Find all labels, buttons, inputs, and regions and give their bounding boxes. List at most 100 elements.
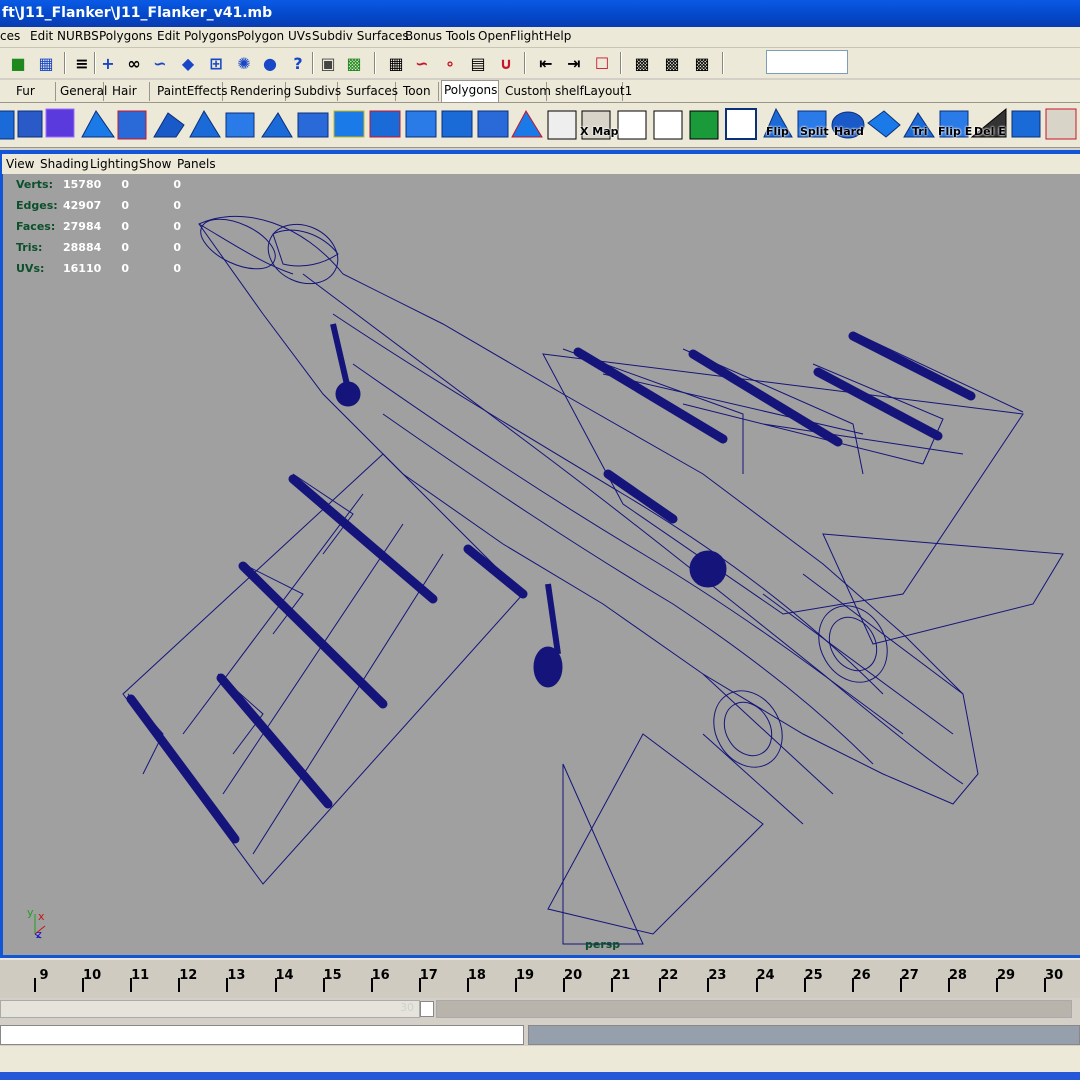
magnet-select-icon[interactable]: ▩ <box>342 51 366 75</box>
tab-custom[interactable]: Custom <box>503 82 551 101</box>
ipr-render-icon[interactable]: ▩ <box>660 51 684 75</box>
snap-toggle-icon[interactable]: ≡ <box>70 51 94 75</box>
surface-icon[interactable]: ◆ <box>176 51 200 75</box>
menu-item-polygon-uvs[interactable]: Polygon UVs <box>237 29 311 43</box>
tab-toon[interactable]: Toon <box>401 82 439 101</box>
menu-item-edit-nurbs[interactable]: Edit NURBS <box>30 29 99 43</box>
append-icon[interactable] <box>297 112 329 138</box>
perspective-viewport[interactable]: Verts: 15780 0 0 Edges: 42907 0 0 Faces:… <box>3 174 1080 955</box>
snap-curve-icon[interactable]: ∽ <box>410 51 434 75</box>
window-title: ft\J11_Flanker\J11_Flanker_v41.mb <box>0 0 1080 27</box>
sphere-icon[interactable] <box>17 110 43 138</box>
poly-plane-icon[interactable] <box>81 110 115 138</box>
panel-menu-lighting[interactable]: Lighting <box>90 157 139 171</box>
panel-menu-panels[interactable]: Panels <box>177 157 216 171</box>
render-icon[interactable]: ● <box>258 51 282 75</box>
tab-surfaces[interactable]: Surfaces <box>344 82 398 101</box>
panel-menu-show[interactable]: Show <box>139 157 171 171</box>
render-frame-icon[interactable]: ▩ <box>630 51 654 75</box>
cube-icon[interactable] <box>0 110 15 140</box>
menu-item-bonus-tools[interactable]: Bonus Tools <box>405 29 475 43</box>
panel-menu-view[interactable]: View <box>6 157 34 171</box>
extrude-edge-icon[interactable] <box>189 109 221 138</box>
tab-subdivs[interactable]: Subdivs <box>292 82 341 101</box>
soft-edge-icon[interactable] <box>867 110 901 138</box>
smooth-icon[interactable] <box>477 110 509 138</box>
uv-editor-icon[interactable] <box>725 108 757 140</box>
combine-icon[interactable] <box>405 110 437 138</box>
time-slider[interactable]: 9 10 11 12 13 14 15 16 17 18 19 20 21 22 23 24 25 26 27 28 2… <box>0 958 1080 1000</box>
wedge-icon[interactable] <box>333 110 365 138</box>
canopy <box>272 229 339 267</box>
range-slider[interactable] <box>436 1000 1072 1018</box>
lock-icon[interactable]: ▣ <box>316 51 340 75</box>
menu-item-subdiv-surfaces[interactable]: Subdiv Surfaces <box>312 29 409 43</box>
help-icon[interactable]: ? <box>286 51 310 75</box>
tab-polygons[interactable]: Polygons <box>441 80 499 102</box>
range-slider-bar: 30 <box>0 998 1080 1022</box>
transform-icon[interactable] <box>511 109 543 138</box>
bevel-icon[interactable] <box>225 112 255 138</box>
frame-number: 12 <box>179 968 198 983</box>
automatic-map-icon[interactable] <box>689 110 719 140</box>
tab-painteffects[interactable]: PaintEffects <box>155 82 227 101</box>
shelf-label-flip: Flip <box>766 125 789 138</box>
bridge-icon[interactable] <box>261 112 293 138</box>
input-ops-icon[interactable]: ⇤ <box>534 51 558 75</box>
construction-history-icon[interactable]: ☐ <box>590 51 614 75</box>
menu-item-polygons[interactable]: Polygons <box>99 29 152 43</box>
engine-nozzle <box>818 605 888 683</box>
main-wheel <box>533 646 563 688</box>
tab-shelflayout1[interactable]: shelfLayout1 <box>553 82 632 101</box>
separate-icon[interactable] <box>441 110 473 138</box>
deformer-icon[interactable]: ⊞ <box>204 51 228 75</box>
snap-grid-icon[interactable]: ▦ <box>384 51 408 75</box>
curve-icon[interactable]: ∽ <box>148 51 172 75</box>
split-poly-icon[interactable] <box>117 110 147 140</box>
checker-map-icon[interactable] <box>547 110 577 140</box>
tab-fur[interactable]: Fur <box>14 82 56 101</box>
range-slider-handle[interactable] <box>420 1001 434 1017</box>
frame-tick <box>755 978 758 992</box>
render-globals-icon[interactable]: ▩ <box>690 51 714 75</box>
poke-icon[interactable] <box>369 110 401 138</box>
pylon-frames <box>127 473 354 775</box>
tab-general[interactable]: General <box>58 82 107 101</box>
cylindrical-map-icon[interactable] <box>653 110 683 140</box>
select-by-object-icon[interactable]: ▦ <box>34 51 58 75</box>
missile <box>126 694 240 844</box>
separator <box>620 52 622 74</box>
main-wheel-right <box>689 550 727 588</box>
menu-item-surfaces[interactable]: ces <box>0 29 20 43</box>
poly-cube-icon[interactable] <box>45 108 75 138</box>
extrude-face-icon[interactable] <box>153 112 185 138</box>
menu-item-edit-polygons[interactable]: Edit Polygons <box>157 29 237 43</box>
make-live-icon[interactable]: ∪ <box>494 51 518 75</box>
planar-map-icon[interactable] <box>617 110 647 140</box>
hud-value: 0 <box>121 262 129 275</box>
plus-icon[interactable]: + <box>96 51 120 75</box>
panel-menu-shading[interactable]: Shading <box>40 157 89 171</box>
taskbar[interactable] <box>0 1072 1080 1080</box>
frame-tick <box>1044 978 1047 992</box>
cockpit-canopy <box>267 223 339 285</box>
range-start-field[interactable] <box>0 1000 420 1018</box>
snap-point-icon[interactable]: ∘ <box>438 51 462 75</box>
output-ops-icon[interactable]: ⇥ <box>562 51 586 75</box>
component-icon[interactable]: ∞ <box>122 51 146 75</box>
select-by-hierarchy-icon[interactable]: ■ <box>6 51 30 75</box>
tab-rendering[interactable]: Rendering <box>228 82 291 101</box>
snap-view-plane-icon[interactable]: ▤ <box>466 51 490 75</box>
command-input[interactable] <box>0 1025 524 1045</box>
hud-label-verts: Verts: <box>16 178 54 191</box>
reverse-normals-icon[interactable] <box>1045 108 1077 140</box>
tab-hair[interactable]: Hair <box>110 82 150 101</box>
menu-item-openflight[interactable]: OpenFlight <box>478 29 544 43</box>
shelf-label-xmap: X Map <box>580 125 619 138</box>
hud-value: 42907 <box>63 199 102 212</box>
merge-icon[interactable] <box>1011 110 1041 138</box>
selection-input[interactable] <box>766 50 848 74</box>
menu-item-help[interactable]: Help <box>544 29 571 43</box>
dynamics-icon[interactable]: ✺ <box>232 51 256 75</box>
frame-number: 9 <box>39 968 49 983</box>
